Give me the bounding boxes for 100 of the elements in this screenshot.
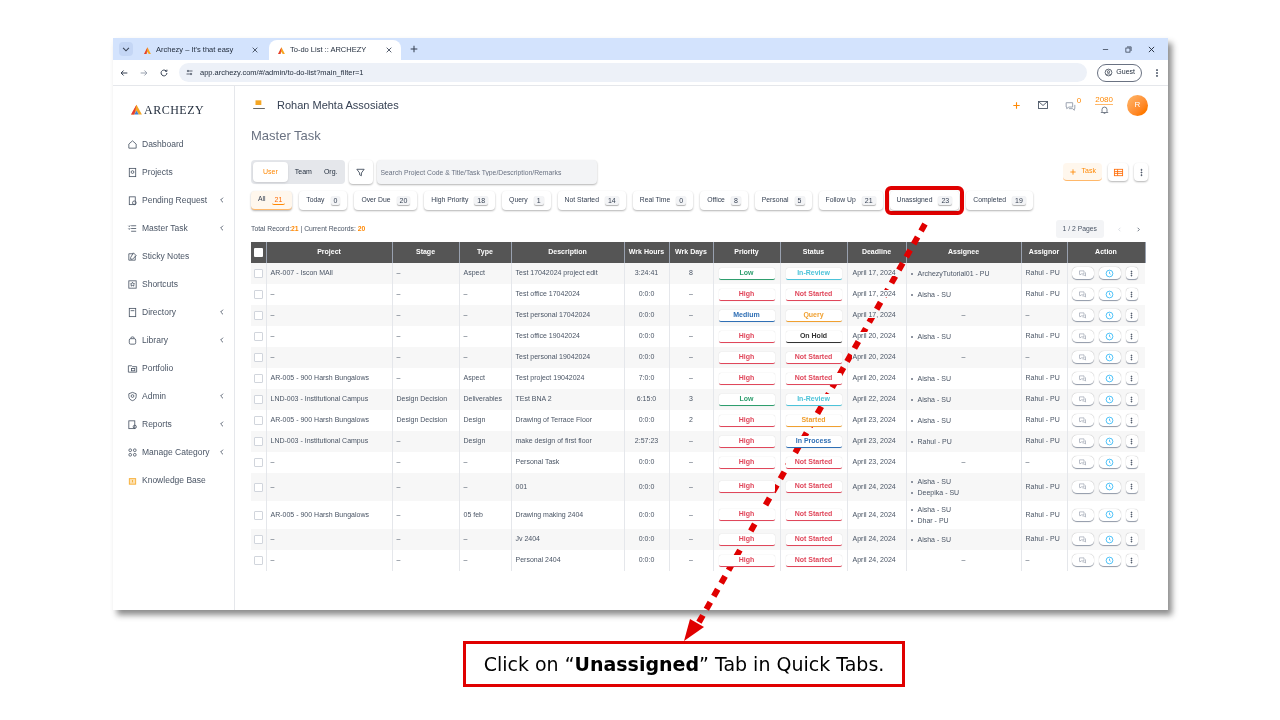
close-icon[interactable] [385,46,393,54]
sidebar-item[interactable]: Projects [127,158,234,186]
close-icon[interactable] [1147,44,1156,54]
row-menu-button[interactable] [1125,372,1138,385]
sidebar-item[interactable]: Directory [127,298,234,326]
time-log-button[interactable] [1098,456,1121,469]
comment-button[interactable] [1071,288,1094,301]
sidebar-item[interactable]: Shortcuts [127,270,234,298]
sidebar-item[interactable]: Knowledge Base [127,466,234,494]
row-checkbox[interactable] [253,437,263,446]
time-log-button[interactable] [1098,480,1121,494]
comment-button[interactable] [1071,372,1094,385]
row-menu-button[interactable] [1125,309,1138,322]
row-checkbox[interactable] [253,269,263,278]
row-menu-button[interactable] [1125,288,1138,301]
comment-button[interactable] [1071,480,1094,494]
time-log-button[interactable] [1098,414,1121,427]
row-menu-button[interactable] [1125,554,1138,567]
star-bookmark-icon [127,278,138,290]
comment-button[interactable] [1071,267,1094,280]
time-log-button[interactable] [1098,533,1121,546]
comment-button[interactable] [1071,456,1094,469]
row-checkbox[interactable] [253,374,263,383]
site-settings-icon [185,68,194,77]
comment-button[interactable] [1071,435,1094,448]
row-checkbox[interactable] [253,353,263,362]
row-checkbox[interactable] [253,311,263,320]
comment-button[interactable] [1071,309,1094,322]
time-log-button[interactable] [1098,393,1121,406]
row-checkbox[interactable] [253,556,263,565]
tab-list-icon[interactable] [119,41,133,56]
comment-button[interactable] [1071,508,1094,522]
chat-icon[interactable] [1063,100,1077,113]
comment-button[interactable] [1071,393,1094,406]
time-log-button[interactable] [1098,372,1121,385]
bell-icon[interactable] [1097,104,1111,115]
sidebar-item[interactable]: Library [127,326,234,354]
clock-icon [1105,373,1114,383]
add-icon[interactable] [1010,99,1022,111]
chat-count: 0 [1076,97,1082,105]
row-menu-button[interactable] [1125,456,1138,469]
sidebar-item[interactable]: Sticky Notes [127,242,234,270]
row-checkbox[interactable] [253,482,263,492]
sidebar-item[interactable]: Master Task [127,214,234,242]
row-menu-button[interactable] [1125,414,1138,427]
sidebar-item[interactable]: Portfolio [127,354,234,382]
time-log-button[interactable] [1098,288,1121,301]
book-icon [127,306,138,318]
back-icon[interactable] [119,67,129,78]
select-all-checkbox[interactable] [253,248,263,257]
company-name: Rohan Mehta Assosiates [277,97,399,113]
row-checkbox[interactable] [253,332,263,341]
clock-icon [1105,289,1114,299]
sidebar-item[interactable]: Dashboard [127,130,234,158]
close-icon[interactable] [251,46,259,54]
row-menu-button[interactable] [1125,351,1138,364]
time-log-button[interactable] [1098,267,1121,280]
time-log-button[interactable] [1098,435,1121,448]
table-view-button[interactable] [1108,163,1128,181]
time-log-button[interactable] [1098,554,1121,567]
row-menu-button[interactable] [1125,533,1138,546]
row-checkbox[interactable] [253,458,263,467]
sidebar-item[interactable]: Admin [127,382,234,410]
time-log-button[interactable] [1098,330,1121,343]
row-menu-button[interactable] [1125,267,1138,280]
row-menu-button[interactable] [1125,435,1138,448]
sidebar-item[interactable]: Reports [127,410,234,438]
sidebar-item[interactable]: Pending Request [127,186,234,214]
filter-button[interactable] [348,160,373,184]
forward-icon[interactable] [139,67,149,78]
more-icon [1128,416,1135,424]
row-menu-button[interactable] [1125,330,1138,343]
comment-button[interactable] [1071,414,1094,427]
table-icon [1112,166,1124,178]
time-log-button[interactable] [1098,351,1121,364]
row-checkbox[interactable] [253,290,263,299]
chat-icon [1078,555,1087,565]
row-checkbox[interactable] [253,416,263,425]
row-menu-button[interactable] [1125,508,1138,522]
next-icon[interactable] [1135,225,1142,233]
comment-button[interactable] [1071,330,1094,343]
comment-button[interactable] [1071,351,1094,364]
comment-button[interactable] [1071,554,1094,567]
restore-icon[interactable] [1124,44,1133,54]
row-checkbox[interactable] [253,535,263,544]
time-log-button[interactable] [1098,508,1121,522]
row-checkbox[interactable] [253,395,263,404]
row-menu-button[interactable] [1125,480,1138,494]
new-tab-icon[interactable] [409,44,419,54]
sidebar-item[interactable]: Manage Category [127,438,234,466]
clock-icon [1105,510,1114,519]
more-button[interactable] [1134,163,1148,181]
row-menu-button[interactable] [1125,393,1138,406]
comment-button[interactable] [1071,533,1094,546]
time-log-button[interactable] [1098,309,1121,322]
mail-icon[interactable] [1035,99,1050,111]
reload-icon[interactable] [159,67,169,78]
row-checkbox[interactable] [253,510,263,520]
more-icon [1128,437,1135,445]
chevron-left-icon [218,196,226,204]
